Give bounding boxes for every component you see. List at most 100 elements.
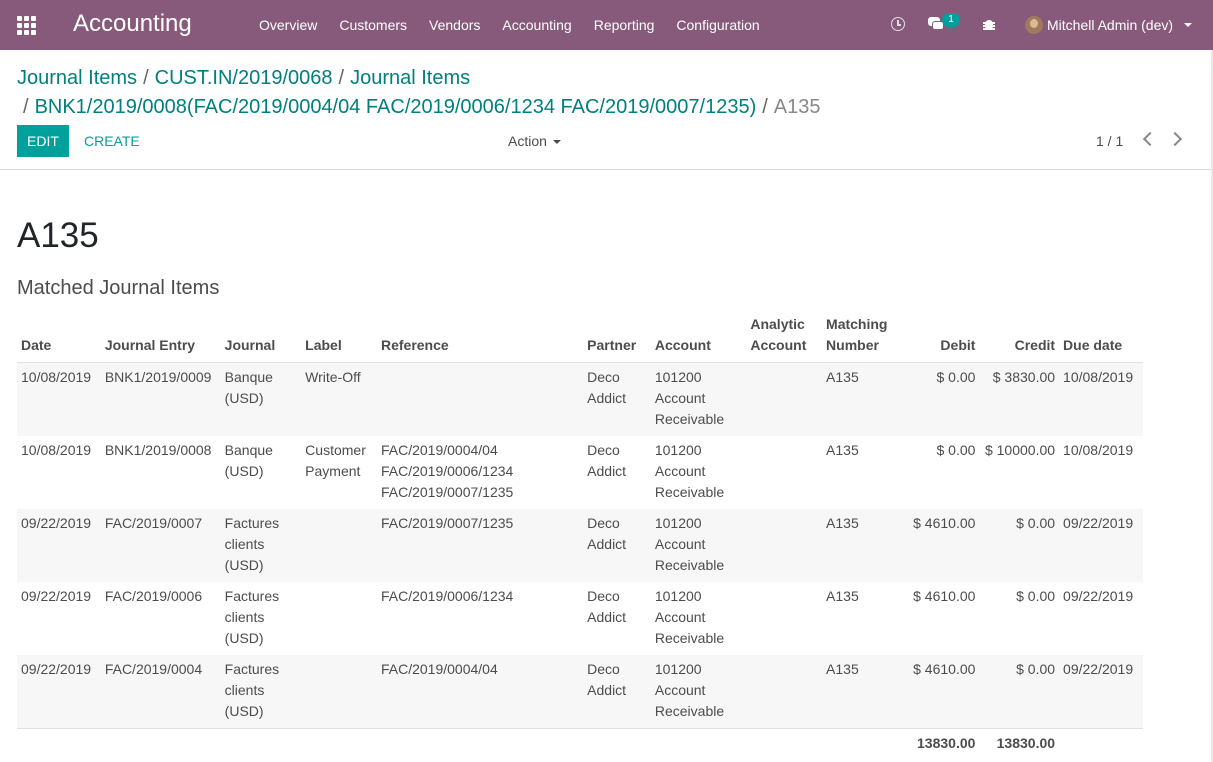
main-menu: Overview Customers Vendors Accounting Re…: [248, 0, 771, 50]
cell-partner: Deco Addict: [587, 588, 627, 625]
cell-reference: FAC/2019/0004/04: [380, 661, 498, 677]
col-journal-entry[interactable]: Journal Entry: [100, 314, 221, 363]
action-label: Action: [508, 133, 547, 149]
menu-accounting[interactable]: Accounting: [491, 17, 582, 33]
totals-spacer-end: [1059, 728, 1143, 760]
breadcrumb-item[interactable]: Journal Items: [350, 67, 470, 89]
cell-partner: Deco Addict: [587, 442, 627, 479]
col-analytic-account[interactable]: Analytic Account: [746, 314, 823, 363]
col-journal[interactable]: Journal: [220, 314, 302, 363]
col-credit[interactable]: Credit: [979, 314, 1060, 363]
cell-analytic: [746, 363, 822, 437]
debug-bug-icon[interactable]: [983, 17, 995, 31]
cell-debit: $ 4610.00: [913, 515, 976, 531]
totals-spacer: [17, 728, 900, 760]
cell-debit: $ 4610.00: [913, 588, 976, 604]
table-totals-row: 13830.00 13830.00: [17, 728, 1143, 760]
pager-value[interactable]: 1 / 1: [1096, 125, 1123, 157]
menu-customers[interactable]: Customers: [328, 17, 418, 33]
user-avatar[interactable]: [1025, 16, 1043, 34]
cell-analytic: [746, 655, 822, 729]
table-row[interactable]: 10/08/2019 BNK1/2019/0008 Banque (USD) C…: [17, 436, 1143, 509]
cell-matching: A135: [826, 515, 859, 531]
cell-due-date: 10/08/2019: [1063, 369, 1134, 385]
cell-debit: $ 0.00: [936, 369, 976, 385]
breadcrumb-item[interactable]: CUST.IN/2019/0068: [155, 67, 333, 89]
menu-reporting[interactable]: Reporting: [583, 17, 666, 33]
apps-menu-icon[interactable]: [17, 16, 36, 35]
table-row[interactable]: 09/22/2019 FAC/2019/0006 Factures client…: [17, 582, 1143, 655]
cell-due-date: 10/08/2019: [1063, 442, 1134, 458]
cell-label: [301, 509, 377, 582]
cell-journal-entry: BNK1/2019/0008: [104, 442, 212, 458]
cell-date: 09/22/2019: [21, 515, 92, 531]
pager-next-icon[interactable]: [1167, 131, 1183, 147]
cell-journal-entry: FAC/2019/0006: [104, 588, 203, 604]
col-matching-number[interactable]: Matching Number: [822, 314, 900, 363]
activity-clock-icon[interactable]: [891, 17, 905, 31]
table-header-row: Date Journal Entry Journal Label Referen…: [17, 314, 1143, 363]
cell-reference: FAC/2019/0007/1235: [380, 515, 514, 531]
cell-credit: $ 10000.00: [984, 442, 1056, 458]
app-title[interactable]: Accounting: [73, 10, 192, 38]
breadcrumb-separator: /: [338, 67, 345, 89]
breadcrumb: Journal Items / CUST.IN/2019/0068/Journal …: [17, 64, 1197, 122]
menu-overview[interactable]: Overview: [248, 17, 328, 33]
table-row[interactable]: 09/22/2019 FAC/2019/0004 Factures client…: [17, 655, 1143, 729]
cell-credit: $ 3830.00: [992, 369, 1056, 385]
cell-journal: Factures clients (USD): [224, 661, 280, 719]
col-debit[interactable]: Debit: [899, 314, 980, 363]
table-row[interactable]: 10/08/2019 BNK1/2019/0009 Banque (USD) W…: [17, 362, 1143, 437]
cell-credit: $ 0.00: [1016, 515, 1056, 531]
cell-account: 101200 Account Receivable: [654, 588, 725, 646]
user-menu-name[interactable]: Mitchell Admin (dev): [1047, 17, 1173, 33]
cell-credit: $ 0.00: [1016, 588, 1056, 604]
cell-date: 09/22/2019: [21, 588, 92, 604]
cell-account: 101200 Account Receivable: [654, 442, 725, 500]
edit-button[interactable]: EDIT: [17, 125, 69, 157]
cell-journal-entry: FAC/2019/0007: [104, 515, 203, 531]
section-title: Matched Journal Items: [17, 277, 220, 299]
col-reference[interactable]: Reference: [376, 314, 584, 363]
cell-journal-entry: BNK1/2019/0009: [104, 369, 212, 385]
cell-journal: Banque (USD): [224, 369, 273, 406]
cell-reference: [377, 363, 583, 437]
breadcrumb-current: A135: [773, 96, 821, 118]
menu-vendors[interactable]: Vendors: [418, 17, 491, 33]
cell-matching: A135: [826, 369, 859, 385]
cell-debit: $ 0.00: [936, 442, 976, 458]
cell-analytic: [746, 509, 822, 582]
col-label[interactable]: Label: [301, 314, 377, 363]
cell-account: 101200 Account Receivable: [654, 515, 725, 573]
menu-configuration[interactable]: Configuration: [665, 17, 770, 33]
total-debit: 13830.00: [899, 728, 980, 760]
col-partner[interactable]: Partner: [583, 314, 651, 363]
chevron-down-icon: [552, 140, 561, 145]
cell-partner: Deco Addict: [587, 515, 627, 552]
cell-partner: Deco Addict: [587, 661, 627, 698]
cell-journal-entry: FAC/2019/0004: [104, 661, 203, 677]
user-menu-caret-icon[interactable]: [1184, 23, 1192, 27]
action-dropdown[interactable]: Action: [508, 125, 561, 157]
cell-journal: Factures clients (USD): [224, 515, 280, 573]
cell-reference: FAC/2019/0006/1234: [380, 588, 514, 604]
pager-previous-icon[interactable]: [1142, 131, 1158, 147]
create-button[interactable]: CREATE: [84, 125, 140, 157]
total-credit: 13830.00: [979, 728, 1060, 760]
col-date[interactable]: Date: [17, 314, 101, 363]
matched-items-table: Date Journal Entry Journal Label Referen…: [17, 314, 1143, 760]
breadcrumb-item[interactable]: Journal Items: [17, 67, 137, 89]
cell-journal: Factures clients (USD): [224, 588, 280, 646]
cell-partner: Deco Addict: [587, 369, 627, 406]
messages-badge: 1: [942, 13, 960, 27]
cell-analytic: [746, 582, 822, 655]
cell-label: [301, 655, 377, 729]
cell-account: 101200 Account Receivable: [654, 369, 725, 427]
cell-due-date: 09/22/2019: [1063, 588, 1134, 604]
breadcrumb-item[interactable]: BNK1/2019/0008(FAC/2019/0004/04 FAC/2019…: [35, 96, 757, 118]
table-row[interactable]: 09/22/2019 FAC/2019/0007 Factures client…: [17, 509, 1143, 582]
col-due-date[interactable]: Due date: [1059, 314, 1143, 363]
cell-account: 101200 Account Receivable: [654, 661, 725, 719]
cell-date: 09/22/2019: [21, 661, 92, 677]
col-account[interactable]: Account: [650, 314, 747, 363]
